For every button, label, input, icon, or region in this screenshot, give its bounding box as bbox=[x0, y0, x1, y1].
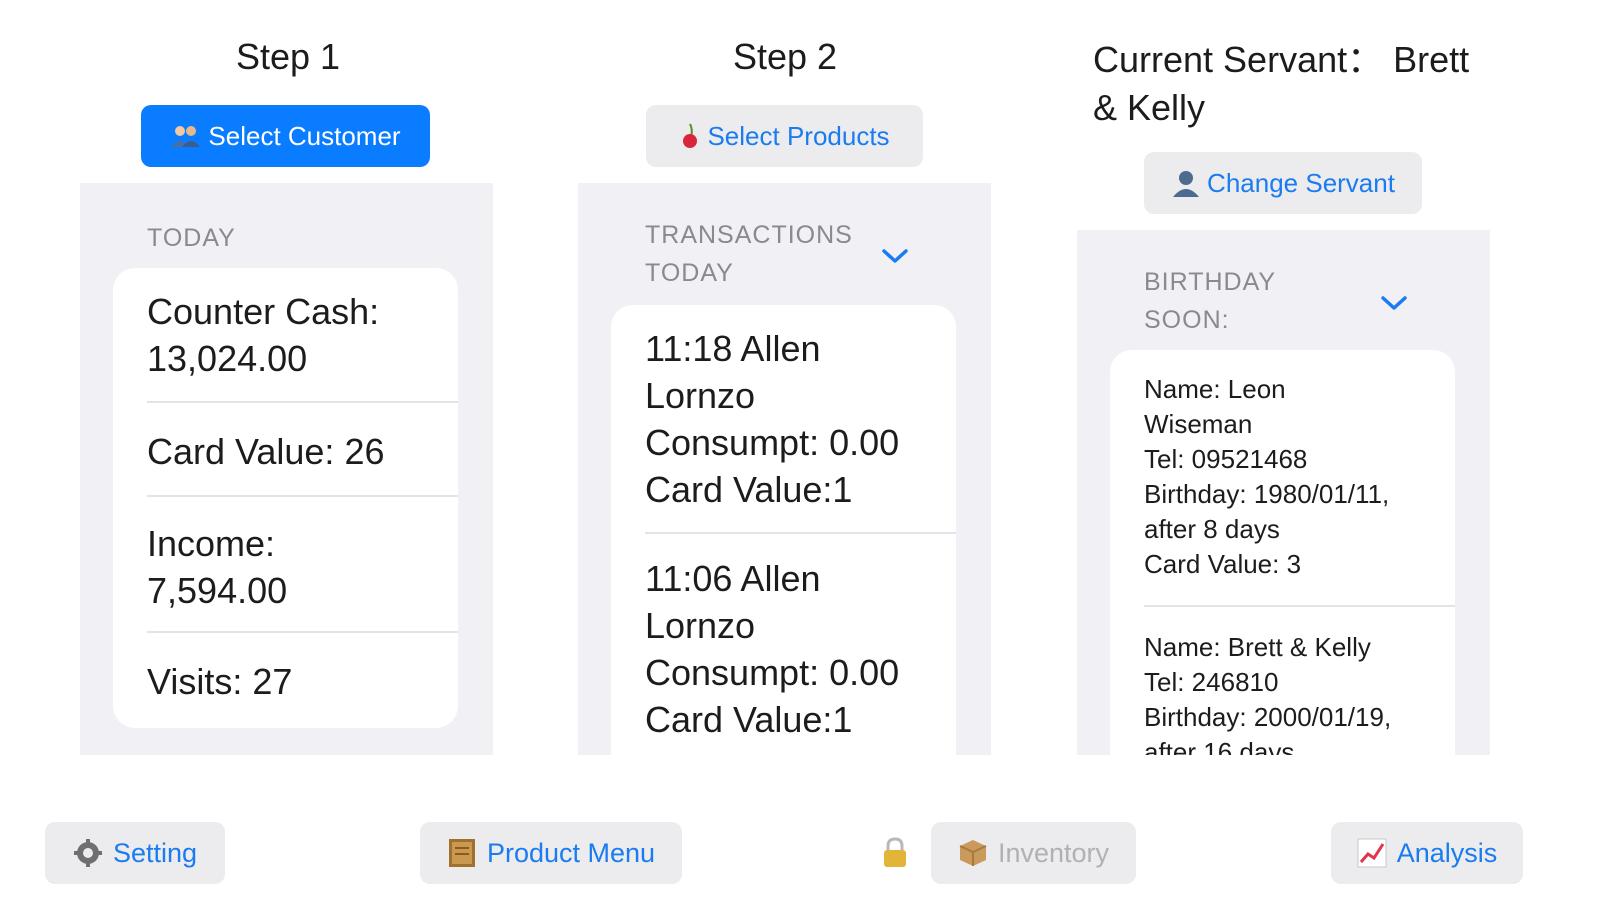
transactions-card: 11:18 Allen Lornzo Consumpt: 0.00 Card V… bbox=[611, 305, 956, 755]
transactions-header-line2: TODAY bbox=[645, 259, 734, 287]
person-icon bbox=[1171, 168, 1201, 198]
today-header: TODAY bbox=[147, 224, 236, 252]
analysis-label: Analysis bbox=[1396, 837, 1498, 868]
birthday-item[interactable]: Name: Brett & Kelly Tel: 246810 Birthday… bbox=[1144, 630, 1445, 755]
transaction-line: 11:18 Allen bbox=[645, 328, 821, 369]
transaction-line: Card Value:1 bbox=[645, 469, 853, 510]
birthday-line: Name: Leon bbox=[1144, 374, 1286, 404]
change-servant-button[interactable]: Change Servant bbox=[1144, 152, 1422, 214]
cherry-icon bbox=[679, 122, 701, 150]
transaction-line: Consumpt: 0.00 bbox=[645, 422, 900, 463]
birthday-line: Birthday: 1980/01/11, bbox=[1144, 479, 1390, 509]
divider bbox=[1144, 605, 1455, 607]
birthday-header-line2: SOON: bbox=[1144, 306, 1230, 334]
transaction-line: Card Value:1 bbox=[645, 699, 853, 740]
menu-book-icon bbox=[447, 837, 477, 869]
birthday-header: BIRTHDAY SOON: bbox=[1144, 263, 1276, 339]
setting-button[interactable]: Setting bbox=[45, 822, 225, 884]
birthday-line: Tel: 09521468 bbox=[1144, 444, 1308, 474]
birthday-line: Wiseman bbox=[1144, 409, 1253, 439]
lock-icon bbox=[880, 836, 910, 870]
today-panel: TODAY Counter Cash: 13,024.00 Card Value… bbox=[80, 183, 493, 755]
transactions-header-line1: TRANSACTIONS bbox=[645, 221, 853, 249]
current-servant-line1: Current Servant： Brett bbox=[1093, 39, 1470, 80]
divider bbox=[147, 401, 458, 403]
select-customer-label: Select Customer bbox=[208, 120, 401, 151]
birthday-line: Tel: 246810 bbox=[1144, 667, 1279, 697]
birthday-line: Name: Brett & Kelly bbox=[1144, 632, 1371, 662]
inventory-button[interactable]: Inventory bbox=[931, 822, 1136, 884]
transaction-item[interactable]: 11:18 Allen Lornzo Consumpt: 0.00 Card V… bbox=[645, 325, 945, 513]
chevron-down-icon[interactable] bbox=[1379, 293, 1409, 318]
current-servant-title: Current Servant： Brett & Kelly bbox=[1093, 36, 1469, 132]
select-products-label: Select Products bbox=[707, 120, 890, 151]
counter-cash: Counter Cash: 13,024.00 bbox=[147, 291, 380, 379]
birthday-item[interactable]: Name: Leon Wiseman Tel: 09521468 Birthda… bbox=[1144, 372, 1445, 582]
step1-title: Step 1 bbox=[236, 36, 341, 77]
gear-icon bbox=[73, 838, 103, 868]
product-menu-label: Product Menu bbox=[486, 837, 656, 868]
step2-title: Step 2 bbox=[733, 36, 838, 77]
transaction-line: Consumpt: 0.00 bbox=[645, 652, 900, 693]
setting-label: Setting bbox=[112, 837, 198, 868]
transactions-panel: TRANSACTIONS TODAY 11:18 Allen Lornzo Co… bbox=[578, 183, 991, 755]
chevron-down-icon[interactable] bbox=[880, 246, 910, 271]
divider bbox=[645, 532, 956, 534]
birthday-panel: BIRTHDAY SOON: Name: Leon Wiseman Tel: 0… bbox=[1077, 230, 1490, 755]
change-servant-label: Change Servant bbox=[1207, 167, 1395, 198]
divider bbox=[147, 631, 458, 633]
card-value: Card Value: 26 bbox=[147, 431, 385, 472]
transaction-item[interactable]: 11:06 Allen Lornzo Consumpt: 0.00 Card V… bbox=[645, 555, 945, 743]
transaction-line: 11:06 Allen bbox=[645, 558, 821, 599]
visits: Visits: 27 bbox=[147, 661, 293, 702]
transaction-line: Lornzo bbox=[645, 605, 756, 646]
birthday-line: Birthday: 2000/01/19, bbox=[1144, 702, 1392, 732]
transactions-header: TRANSACTIONS TODAY bbox=[645, 216, 853, 292]
birthday-header-line1: BIRTHDAY bbox=[1144, 268, 1277, 296]
select-products-button[interactable]: Select Products bbox=[646, 105, 923, 167]
product-menu-button[interactable]: Product Menu bbox=[420, 822, 682, 884]
chart-increasing-icon bbox=[1357, 838, 1387, 868]
package-icon bbox=[958, 838, 988, 868]
transaction-line: Lornzo bbox=[645, 375, 756, 416]
current-servant-line2: & Kelly bbox=[1093, 87, 1206, 128]
income: Income: 7,594.00 bbox=[147, 523, 288, 611]
select-customer-button[interactable]: Select Customer bbox=[141, 105, 430, 167]
people-icon bbox=[170, 123, 202, 149]
today-card: Counter Cash: 13,024.00 Card Value: 26 I… bbox=[113, 268, 458, 728]
birthday-line: after 8 days bbox=[1144, 514, 1280, 544]
divider bbox=[147, 495, 458, 497]
birthday-card: Name: Leon Wiseman Tel: 09521468 Birthda… bbox=[1110, 350, 1455, 755]
birthday-line: Card Value: 3 bbox=[1144, 549, 1302, 579]
inventory-label: Inventory bbox=[997, 837, 1110, 868]
analysis-button[interactable]: Analysis bbox=[1331, 822, 1523, 884]
birthday-line: after 16 days bbox=[1144, 737, 1295, 755]
